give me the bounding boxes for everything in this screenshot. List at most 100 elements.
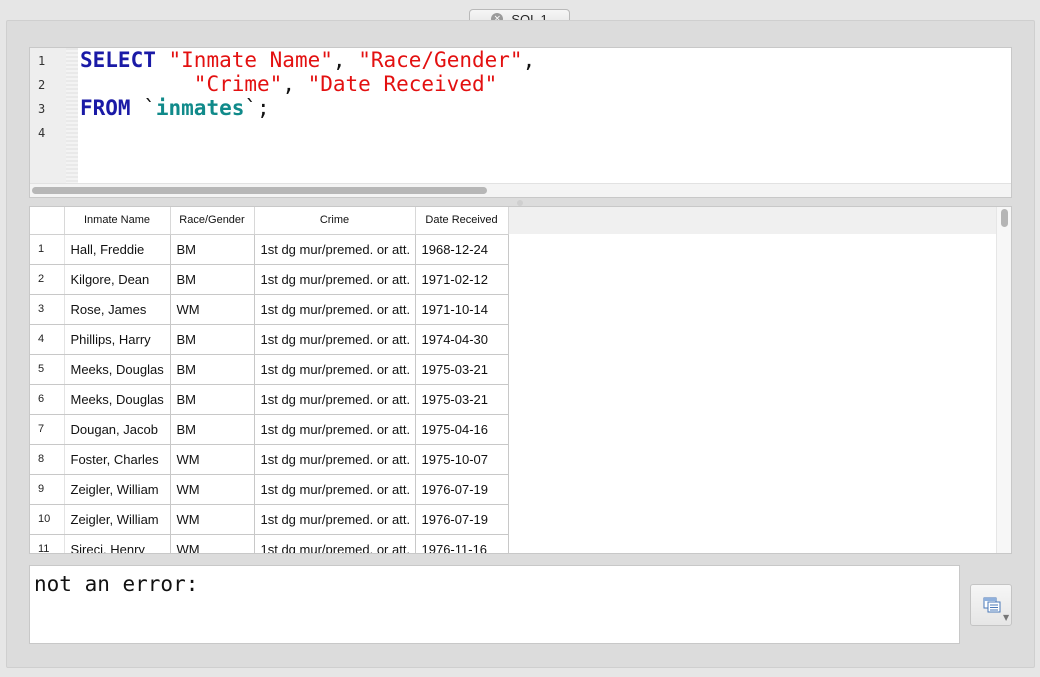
race-gender-cell[interactable]: WM xyxy=(170,504,254,534)
table-row[interactable]: 5Meeks, DouglasBM1st dg mur/premed. or a… xyxy=(30,354,508,384)
table-row[interactable]: 6Meeks, DouglasBM1st dg mur/premed. or a… xyxy=(30,384,508,414)
row-number-cell[interactable]: 6 xyxy=(30,384,64,414)
tab-bar: × SQL 1 xyxy=(0,0,1040,20)
race-gender-cell[interactable]: WM xyxy=(170,294,254,324)
message-text: not an error: xyxy=(34,572,198,596)
code-line[interactable] xyxy=(80,120,535,144)
column-header-row-number[interactable] xyxy=(30,207,64,234)
date-received-cell[interactable]: 1976-07-19 xyxy=(415,504,508,534)
code-text[interactable]: SELECT "Inmate Name", "Race/Gender", "Cr… xyxy=(80,48,535,144)
column-header-date-received[interactable]: Date Received xyxy=(415,207,508,234)
row-number-cell[interactable]: 4 xyxy=(30,324,64,354)
code-token: , xyxy=(333,48,358,72)
race-gender-cell[interactable]: BM xyxy=(170,414,254,444)
inmate-name-cell[interactable]: Zeigler, William xyxy=(64,504,170,534)
inmate-name-cell[interactable]: Rose, James xyxy=(64,294,170,324)
code-token: `; xyxy=(244,96,269,120)
date-received-cell[interactable]: 1975-04-16 xyxy=(415,414,508,444)
race-gender-cell[interactable]: WM xyxy=(170,474,254,504)
code-line[interactable]: SELECT "Inmate Name", "Race/Gender", xyxy=(80,48,535,72)
results-grid[interactable]: Inmate Name Race/Gender Crime Date Recei… xyxy=(29,206,1012,554)
crime-cell[interactable]: 1st dg mur/premed. or att. xyxy=(254,234,415,264)
row-number-cell[interactable]: 11 xyxy=(30,534,64,554)
row-number-cell[interactable]: 8 xyxy=(30,444,64,474)
code-token xyxy=(80,72,194,96)
row-number-cell[interactable]: 5 xyxy=(30,354,64,384)
inmate-name-cell[interactable]: Dougan, Jacob xyxy=(64,414,170,444)
inmate-name-cell[interactable]: Hall, Freddie xyxy=(64,234,170,264)
date-received-cell[interactable]: 1975-03-21 xyxy=(415,384,508,414)
race-gender-cell[interactable]: BM xyxy=(170,234,254,264)
code-token: ` xyxy=(131,96,156,120)
row-number-cell[interactable]: 1 xyxy=(30,234,64,264)
inmate-name-cell[interactable]: Meeks, Douglas xyxy=(64,384,170,414)
code-token: "Race/Gender" xyxy=(358,48,522,72)
inmate-name-cell[interactable]: Foster, Charles xyxy=(64,444,170,474)
crime-cell[interactable]: 1st dg mur/premed. or att. xyxy=(254,534,415,554)
crime-cell[interactable]: 1st dg mur/premed. or att. xyxy=(254,474,415,504)
line-number: 3 xyxy=(38,102,45,116)
table-row[interactable]: 8Foster, CharlesWM1st dg mur/premed. or … xyxy=(30,444,508,474)
results-view-button[interactable]: ▼ xyxy=(970,584,1012,626)
row-number-cell[interactable]: 7 xyxy=(30,414,64,444)
date-received-cell[interactable]: 1974-04-30 xyxy=(415,324,508,354)
crime-cell[interactable]: 1st dg mur/premed. or att. xyxy=(254,294,415,324)
column-header-crime[interactable]: Crime xyxy=(254,207,415,234)
code-token: "Date Received" xyxy=(308,72,498,96)
scrollbar-thumb[interactable] xyxy=(32,187,487,194)
table-row[interactable]: 1Hall, FreddieBM1st dg mur/premed. or at… xyxy=(30,234,508,264)
sql-editor[interactable]: 1 2 3 4 SELECT "Inmate Name", "Race/Gend… xyxy=(29,47,1012,198)
message-output[interactable]: not an error: xyxy=(29,565,960,644)
results-view-icon xyxy=(983,597,1001,613)
chevron-down-icon: ▼ xyxy=(1003,613,1009,622)
crime-cell[interactable]: 1st dg mur/premed. or att. xyxy=(254,264,415,294)
race-gender-cell[interactable]: BM xyxy=(170,384,254,414)
race-gender-cell[interactable]: BM xyxy=(170,264,254,294)
inmate-name-cell[interactable]: Sireci, Henry xyxy=(64,534,170,554)
table-row[interactable]: 3Rose, JamesWM1st dg mur/premed. or att.… xyxy=(30,294,508,324)
crime-cell[interactable]: 1st dg mur/premed. or att. xyxy=(254,384,415,414)
table-row[interactable]: 10Zeigler, WilliamWM1st dg mur/premed. o… xyxy=(30,504,508,534)
date-received-cell[interactable]: 1976-07-19 xyxy=(415,474,508,504)
code-line[interactable]: "Crime", "Date Received" xyxy=(80,72,535,96)
crime-cell[interactable]: 1st dg mur/premed. or att. xyxy=(254,414,415,444)
column-header-race-gender[interactable]: Race/Gender xyxy=(170,207,254,234)
table-row[interactable]: 2Kilgore, DeanBM1st dg mur/premed. or at… xyxy=(30,264,508,294)
inmate-name-cell[interactable]: Phillips, Harry xyxy=(64,324,170,354)
crime-cell[interactable]: 1st dg mur/premed. or att. xyxy=(254,354,415,384)
race-gender-cell[interactable]: WM xyxy=(170,534,254,554)
crime-cell[interactable]: 1st dg mur/premed. or att. xyxy=(254,444,415,474)
results-vertical-scrollbar[interactable] xyxy=(996,207,1011,553)
results-table: Inmate Name Race/Gender Crime Date Recei… xyxy=(30,207,509,554)
date-received-cell[interactable]: 1975-03-21 xyxy=(415,354,508,384)
column-header-inmate-name[interactable]: Inmate Name xyxy=(64,207,170,234)
table-row[interactable]: 4Phillips, HarryBM1st dg mur/premed. or … xyxy=(30,324,508,354)
crime-cell[interactable]: 1st dg mur/premed. or att. xyxy=(254,504,415,534)
table-row[interactable]: 9Zeigler, WilliamWM1st dg mur/premed. or… xyxy=(30,474,508,504)
row-number-cell[interactable]: 9 xyxy=(30,474,64,504)
race-gender-cell[interactable]: WM xyxy=(170,444,254,474)
row-number-cell[interactable]: 10 xyxy=(30,504,64,534)
line-number-gutter: 1 2 3 4 xyxy=(30,48,78,184)
race-gender-cell[interactable]: BM xyxy=(170,324,254,354)
inmate-name-cell[interactable]: Zeigler, William xyxy=(64,474,170,504)
code-token: , xyxy=(282,72,307,96)
date-received-cell[interactable]: 1975-10-07 xyxy=(415,444,508,474)
crime-cell[interactable]: 1st dg mur/premed. or att. xyxy=(254,324,415,354)
table-row[interactable]: 11Sireci, HenryWM1st dg mur/premed. or a… xyxy=(30,534,508,554)
header-row: Inmate Name Race/Gender Crime Date Recei… xyxy=(30,207,508,234)
date-received-cell[interactable]: 1976-11-16 xyxy=(415,534,508,554)
date-received-cell[interactable]: 1971-02-12 xyxy=(415,264,508,294)
code-line[interactable]: FROM `inmates`; xyxy=(80,96,535,120)
inmate-name-cell[interactable]: Kilgore, Dean xyxy=(64,264,170,294)
header-filler xyxy=(508,207,998,234)
table-row[interactable]: 7Dougan, JacobBM1st dg mur/premed. or at… xyxy=(30,414,508,444)
inmate-name-cell[interactable]: Meeks, Douglas xyxy=(64,354,170,384)
date-received-cell[interactable]: 1971-10-14 xyxy=(415,294,508,324)
editor-horizontal-scrollbar[interactable] xyxy=(30,183,1011,197)
scrollbar-thumb[interactable] xyxy=(1001,209,1008,227)
race-gender-cell[interactable]: BM xyxy=(170,354,254,384)
row-number-cell[interactable]: 2 xyxy=(30,264,64,294)
date-received-cell[interactable]: 1968-12-24 xyxy=(415,234,508,264)
row-number-cell[interactable]: 3 xyxy=(30,294,64,324)
